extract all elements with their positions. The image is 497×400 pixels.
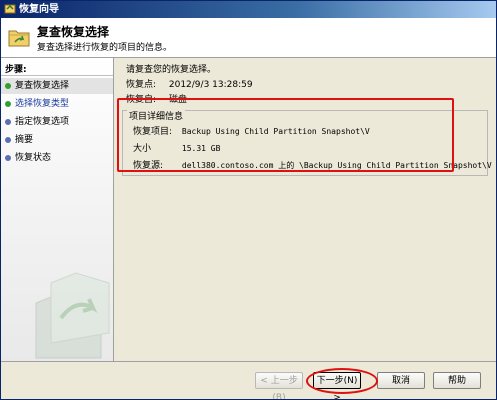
recover-from-value: 磁盘 (168, 95, 187, 105)
steps-sidebar: 步骤: 复查恢复选择 选择恢复类型 指定恢复选项 摘要 恢复状态 (1, 58, 114, 361)
recover-from-label: 恢复自: (126, 95, 157, 105)
back-button[interactable]: < 上一步(B) (255, 372, 303, 399)
size-row: 大小 15.31 GB (133, 141, 220, 154)
recovery-point-value: 2012/9/3 13:28:59 (168, 80, 253, 90)
recovery-point-label: 恢复点: (126, 80, 157, 90)
recovery-source-row: 恢复源: dell380.contoso.com 上的 \Backup Usin… (133, 158, 492, 171)
step-review-selection: 复查恢复选择 (1, 78, 113, 94)
wizard-app-icon (4, 3, 16, 15)
step-bullet-icon (5, 101, 11, 107)
step-recovery-status: 恢复状态 (1, 150, 113, 166)
item-details-group: 项目详细信息 恢复项目: Backup Using Child Partitio… (122, 109, 492, 176)
item-details-title: 项目详细信息 (127, 109, 186, 122)
step-specify-options: 指定恢复选项 (1, 114, 113, 130)
recovery-point-row: 恢复点: 2012/9/3 13:28:59 (126, 77, 253, 90)
step-bullet-icon (5, 83, 11, 89)
step-bullet-icon (5, 155, 11, 161)
recovery-item-label: 恢复项目: (133, 127, 173, 137)
window-title: 恢复向导 (19, 4, 59, 15)
cancel-button[interactable]: 取消 (377, 372, 425, 389)
size-label: 大小 (133, 144, 152, 154)
recovery-item-row: 恢复项目: Backup Using Child Partition Snaps… (133, 124, 370, 137)
wizard-footer: < 上一步(B) 下一步(N) > 取消 帮助 (1, 361, 496, 399)
recovery-wizard-window: 恢复向导 复查恢复选择 复查选择进行恢复的项目的信息。 步骤: 复查恢复选择 选… (0, 0, 497, 400)
step-select-recovery-type[interactable]: 选择恢复类型 (1, 96, 113, 112)
recovery-source-value: dell380.contoso.com 上的 \Backup Using Chi… (181, 161, 492, 170)
step-bullet-icon (5, 137, 11, 143)
recover-from-row: 恢复自: 磁盘 (126, 92, 187, 105)
steps-heading: 步骤: (5, 65, 27, 75)
help-button[interactable]: 帮助 (433, 372, 481, 389)
page-title: 复查恢复选择 (37, 25, 110, 39)
title-bar[interactable]: 恢复向导 (1, 1, 496, 18)
recovery-source-label: 恢复源: (133, 161, 164, 171)
next-button[interactable]: 下一步(N) > (313, 372, 361, 399)
wizard-header: 复查恢复选择 复查选择进行恢复的项目的信息。 (1, 18, 496, 58)
step-summary: 摘要 (1, 132, 113, 148)
recovery-item-value: Backup Using Child Partition Snapshot\V (181, 127, 370, 136)
size-value: 15.31 GB (181, 144, 221, 153)
intro-text: 请复查您的恢复选择。 (126, 65, 217, 75)
restore-watermark-icon (31, 263, 113, 361)
page-subtitle: 复查选择进行恢复的项目的信息。 (37, 43, 173, 53)
restore-folder-icon (7, 25, 31, 49)
step-bullet-icon (5, 119, 11, 125)
steps-divider (1, 75, 113, 76)
main-content: 请复查您的恢复选择。 恢复点: 2012/9/3 13:28:59 恢复自: 磁… (114, 58, 496, 361)
